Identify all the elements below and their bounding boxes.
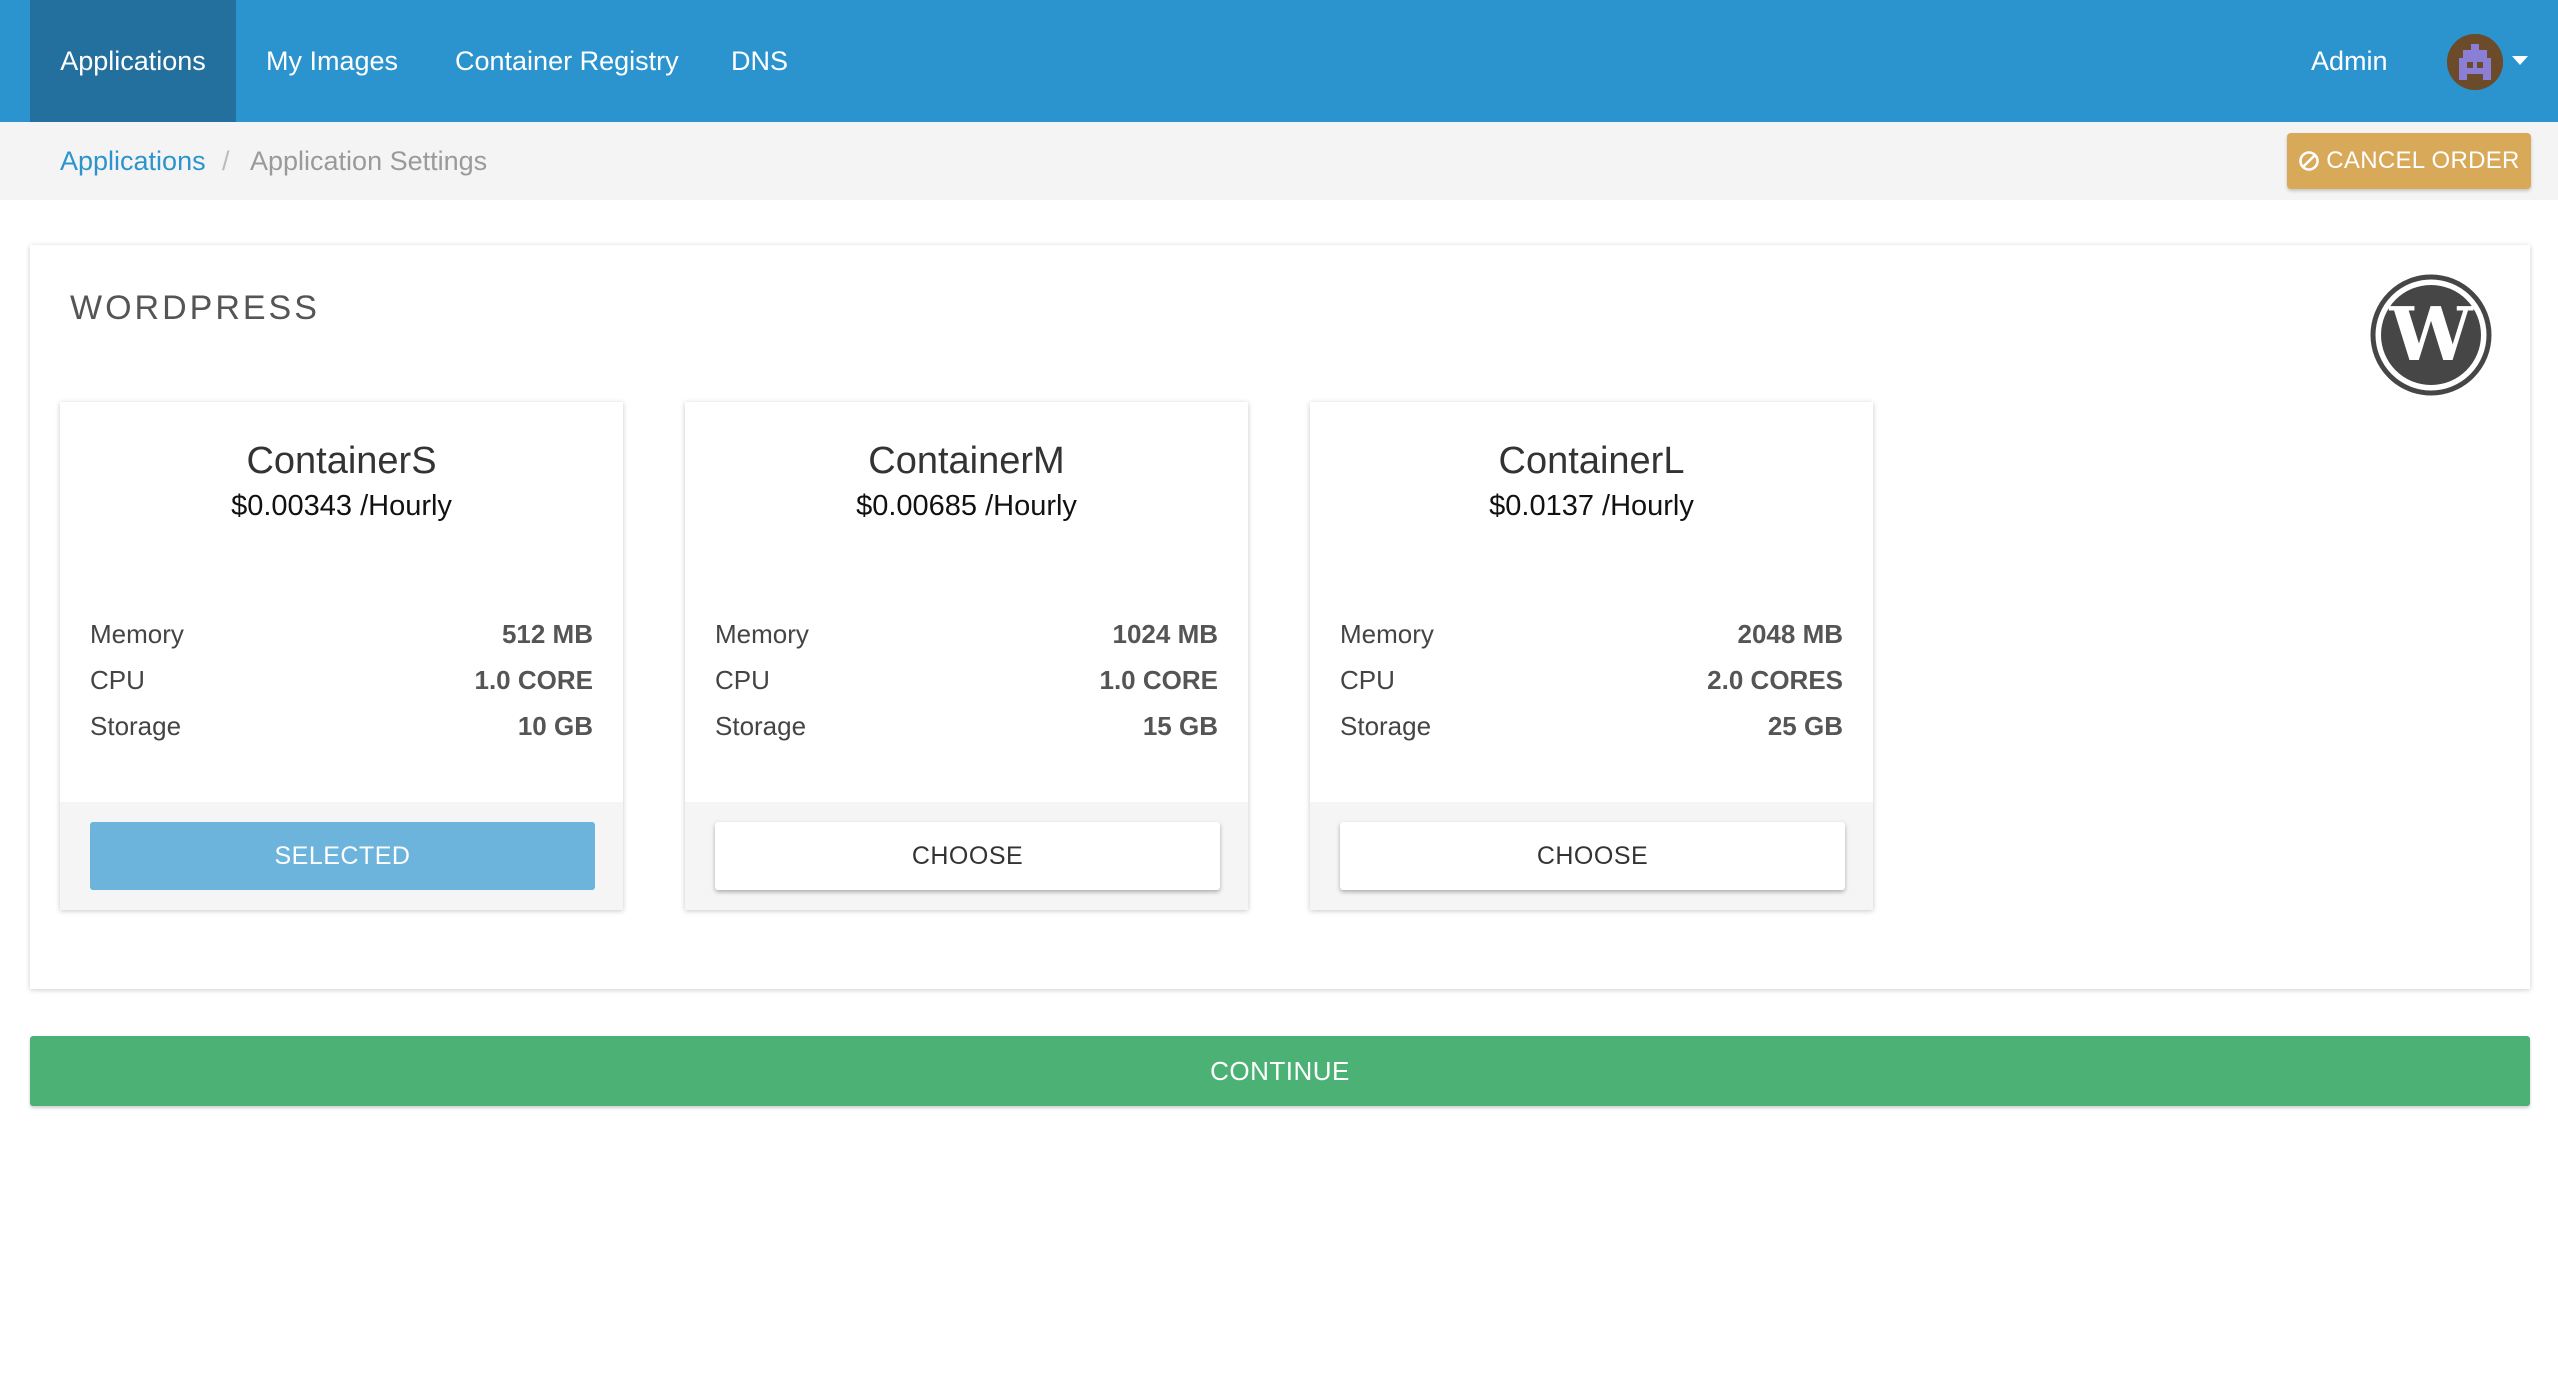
spec-value: 512 MB [501, 619, 593, 649]
chevron-down-icon[interactable] [2512, 56, 2528, 65]
plan-card-containerl: ContainerL $0.0137 /Hourly Memory 2048 M… [1310, 402, 1873, 910]
svg-text:W: W [2388, 292, 2473, 378]
plan-card-containerm: ContainerM $0.00685 /Hourly Memory 1024 … [685, 402, 1248, 910]
nav-item-container-registry[interactable]: Container Registry [455, 0, 679, 122]
spec-value: 10 GB [517, 711, 593, 741]
spec-value: 2048 MB [1737, 619, 1844, 649]
cancel-order-label: CANCEL ORDER [2326, 147, 2520, 174]
selected-button[interactable]: SELECTED [90, 822, 595, 890]
spec-row-storage: Storage 10 GB [90, 711, 593, 751]
breadcrumb-link-applications[interactable]: Applications [60, 122, 206, 200]
top-navbar: Applications My Images Container Registr… [0, 0, 2558, 122]
continue-button[interactable]: CONTINUE [30, 1036, 2530, 1106]
spec-label: CPU [90, 665, 145, 695]
spec-label: Storage [90, 711, 182, 741]
spec-row-storage: Storage 25 GB [1340, 711, 1843, 751]
plan-price: $0.00343 /Hourly [231, 490, 452, 522]
plan-price: $0.00685 /Hourly [856, 490, 1077, 522]
spec-label: Memory [715, 619, 809, 649]
choose-button[interactable]: CHOOSE [715, 822, 1220, 890]
nav-item-dns[interactable]: DNS [731, 0, 788, 122]
spec-label: CPU [1340, 665, 1395, 695]
breadcrumb-separator: / [222, 146, 230, 176]
spec-value: 15 GB [1142, 711, 1218, 741]
nav-item-my-images[interactable]: My Images [266, 0, 398, 122]
spec-value: 1024 MB [1112, 619, 1219, 649]
nav-item-applications[interactable]: Applications [30, 0, 236, 122]
spec-row-storage: Storage 15 GB [715, 711, 1218, 751]
spec-value: 1.0 CORE [474, 665, 594, 695]
spec-label: Storage [715, 711, 807, 741]
spec-label: Storage [1340, 711, 1432, 741]
plan-card-footer: CHOOSE [1310, 802, 1873, 910]
spec-label: CPU [715, 665, 770, 695]
plan-card-footer: SELECTED [60, 802, 623, 910]
spec-row-memory: Memory 512 MB [90, 619, 593, 659]
cancel-order-button[interactable]: CANCEL ORDER [2287, 133, 2531, 189]
user-name-label[interactable]: Admin [2311, 0, 2388, 122]
spec-label: Memory [1340, 619, 1434, 649]
plan-name: ContainerL [1498, 440, 1685, 482]
spec-row-cpu: CPU 2.0 CORES [1340, 665, 1843, 705]
plan-name: ContainerS [246, 440, 437, 482]
spec-row-memory: Memory 2048 MB [1340, 619, 1843, 659]
spec-value: 25 GB [1767, 711, 1843, 741]
plan-card-containers: ContainerS $0.00343 /Hourly Memory 512 M… [60, 402, 623, 910]
breadcrumb: Applications / Application Settings [0, 122, 2558, 200]
ban-icon [2299, 151, 2320, 171]
plan-price: $0.0137 /Hourly [1489, 490, 1694, 522]
spec-label: Memory [90, 619, 184, 649]
breadcrumb-current: Application Settings [250, 146, 488, 176]
spec-row-cpu: CPU 1.0 CORE [715, 665, 1218, 705]
pixel-avatar-icon[interactable] [2447, 34, 2503, 90]
spec-value: 2.0 CORES [1707, 665, 1843, 695]
application-panel: WORDPRESS W ContainerS $0.00343 /Hourly … [30, 245, 2530, 989]
spec-row-cpu: CPU 1.0 CORE [90, 665, 593, 705]
plan-card-footer: CHOOSE [685, 802, 1248, 910]
wordpress-logo-icon: W [2370, 274, 2492, 396]
choose-button[interactable]: CHOOSE [1340, 822, 1845, 890]
app-title: WORDPRESS [70, 289, 320, 327]
spec-value: 1.0 CORE [1099, 665, 1219, 695]
plan-name: ContainerM [868, 440, 1065, 482]
spec-row-memory: Memory 1024 MB [715, 619, 1218, 659]
